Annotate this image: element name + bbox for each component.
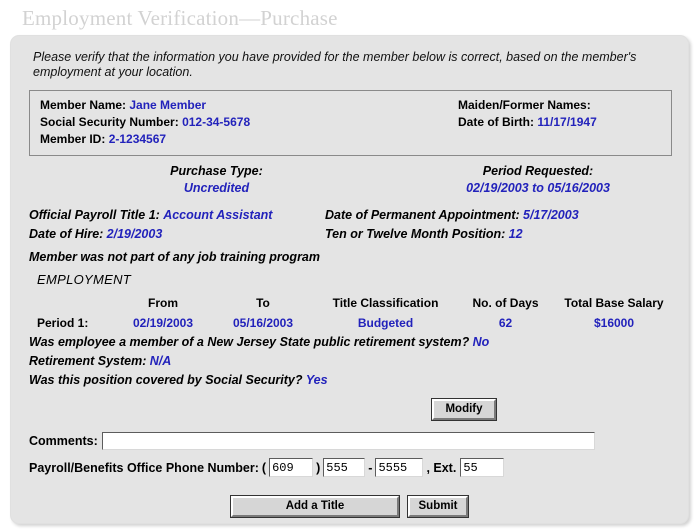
ssn-field: Social Security Number: 012-34-5678 bbox=[40, 114, 458, 131]
employment-table: From To Title Classification No. of Days… bbox=[29, 293, 675, 333]
modify-button-container: Modify bbox=[25, 398, 674, 421]
phone-number-label: Payroll/Benefits Office Phone Number: bbox=[29, 460, 259, 475]
retirement-system-value: N/A bbox=[149, 354, 172, 368]
main-panel: Please verify that the information you h… bbox=[10, 35, 689, 524]
dob-label: Date of Birth: bbox=[458, 115, 534, 129]
phone-number-row: Payroll/Benefits Office Phone Number: ( … bbox=[29, 458, 674, 477]
payroll-title-label: Official Payroll Title 1: bbox=[29, 208, 160, 222]
month-position-field: Ten or Twelve Month Position: 12 bbox=[325, 225, 672, 244]
submit-button[interactable]: Submit bbox=[407, 495, 469, 518]
phone-prefix-input[interactable] bbox=[323, 458, 366, 477]
cell-total-base-salary: $16000 bbox=[593, 316, 635, 330]
cell-period-label: Period 1: bbox=[37, 316, 89, 330]
member-name-field: Member Name: Jane Member bbox=[40, 97, 458, 114]
member-row-ssn: Social Security Number: 012-34-5678 Date… bbox=[40, 114, 661, 131]
job-training-note-text: Member was not part of any job training … bbox=[29, 250, 321, 264]
member-name-value: Jane Member bbox=[129, 98, 207, 112]
retirement-system-label: Retirement System: bbox=[29, 354, 147, 368]
retirement-system-field: Retirement System: N/A bbox=[29, 352, 672, 371]
permanent-appointment-field: Date of Permanent Appointment: 5/17/2003 bbox=[325, 206, 672, 225]
question-social-security-value: Yes bbox=[305, 373, 328, 387]
permanent-appointment-label: Date of Permanent Appointment: bbox=[325, 208, 520, 222]
member-row-id-spacer bbox=[458, 131, 661, 148]
table-row: Period 1: 02/19/2003 05/16/2003 Budgeted… bbox=[29, 313, 675, 333]
detail-row-hire: Date of Hire: 2/19/2003 Ten or Twelve Mo… bbox=[29, 225, 672, 244]
column-header-to: To bbox=[256, 296, 270, 310]
page-title: Employment Verification—Purchase bbox=[22, 6, 338, 30]
period-requested-label: Period Requested: bbox=[482, 164, 594, 178]
hire-date-label: Date of Hire: bbox=[29, 227, 104, 241]
cell-no-of-days: 62 bbox=[498, 316, 513, 330]
job-training-note: Member was not part of any job training … bbox=[29, 248, 672, 267]
purchase-type-block: Purchase Type: Uncredited bbox=[29, 163, 404, 197]
payroll-title-field: Official Payroll Title 1: Account Assist… bbox=[29, 206, 325, 225]
add-a-title-button[interactable]: Add a Title bbox=[230, 495, 400, 518]
period-requested-block: Period Requested: 02/19/2003 to 05/16/20… bbox=[404, 163, 672, 197]
month-position-value: 12 bbox=[508, 227, 523, 241]
period-requested-value: 02/19/2003 to 05/16/2003 bbox=[466, 181, 610, 195]
member-name-label: Member Name: bbox=[40, 98, 127, 112]
instruction-text: Please verify that the information you h… bbox=[33, 50, 637, 79]
question-retirement-member: Was employee a member of a New Jersey St… bbox=[29, 333, 672, 352]
month-position-label: Ten or Twelve Month Position: bbox=[325, 227, 506, 241]
phone-dash-separator: - bbox=[368, 460, 373, 475]
cell-to: 05/16/2003 bbox=[232, 316, 294, 330]
column-header-title-classification: Title Classification bbox=[332, 296, 439, 310]
phone-close-paren: ) bbox=[316, 460, 321, 475]
ssn-value: 012-34-5678 bbox=[182, 115, 251, 129]
column-header-period bbox=[29, 293, 113, 313]
member-info-box: Member Name: Jane Member Maiden/Former N… bbox=[29, 90, 672, 156]
ssn-label: Social Security Number: bbox=[40, 115, 179, 129]
cell-title-classification: Budgeted bbox=[357, 316, 414, 330]
comments-input[interactable] bbox=[101, 432, 595, 450]
member-row-id: Member ID: 2-1234567 bbox=[40, 131, 661, 148]
maiden-names-field: Maiden/Former Names: bbox=[458, 97, 661, 114]
dob-value: 11/17/1947 bbox=[537, 115, 597, 129]
phone-area-code-input[interactable] bbox=[269, 458, 314, 477]
maiden-names-label: Maiden/Former Names: bbox=[458, 98, 591, 112]
member-id-value: 2-1234567 bbox=[108, 132, 167, 146]
purchase-type-label: Purchase Type: bbox=[170, 164, 263, 178]
phone-extension-label: , Ext. bbox=[426, 460, 457, 475]
permanent-appointment-value: 5/17/2003 bbox=[523, 208, 579, 222]
column-header-no-of-days: No. of Days bbox=[472, 296, 539, 310]
phone-line-number-input[interactable] bbox=[375, 458, 424, 477]
question-retirement-member-value: No bbox=[472, 335, 490, 349]
column-header-total-base-salary: Total Base Salary bbox=[564, 296, 664, 310]
employment-table-header-row: From To Title Classification No. of Days… bbox=[29, 293, 675, 313]
dob-field: Date of Birth: 11/17/1947 bbox=[458, 114, 661, 131]
comments-label: Comments: bbox=[29, 434, 98, 448]
detail-row-titles: Official Payroll Title 1: Account Assist… bbox=[29, 206, 672, 225]
purchase-type-value: Uncredited bbox=[183, 181, 250, 195]
question-social-security-label: Was this position covered by Social Secu… bbox=[29, 373, 303, 387]
member-id-label: Member ID: bbox=[40, 132, 106, 146]
member-row-name: Member Name: Jane Member Maiden/Former N… bbox=[40, 97, 661, 114]
member-id-field: Member ID: 2-1234567 bbox=[40, 131, 458, 148]
bottom-button-bar: Add a Title Submit bbox=[25, 495, 674, 518]
purchase-summary-row: Purchase Type: Uncredited Period Request… bbox=[29, 163, 672, 197]
hire-date-field: Date of Hire: 2/19/2003 bbox=[29, 225, 325, 244]
hire-date-value: 2/19/2003 bbox=[106, 227, 163, 241]
payroll-title-value: Account Assistant bbox=[163, 208, 273, 222]
modify-button[interactable]: Modify bbox=[431, 398, 497, 421]
comments-row: Comments: bbox=[29, 432, 674, 450]
question-social-security: Was this position covered by Social Secu… bbox=[29, 371, 672, 390]
employment-section-heading: EMPLOYMENT bbox=[37, 272, 132, 287]
phone-open-paren: ( bbox=[261, 460, 267, 475]
phone-extension-input[interactable] bbox=[460, 458, 505, 477]
cell-from: 02/19/2003 bbox=[132, 316, 194, 330]
question-retirement-member-label: Was employee a member of a New Jersey St… bbox=[29, 335, 470, 349]
column-header-from: From bbox=[148, 296, 178, 310]
